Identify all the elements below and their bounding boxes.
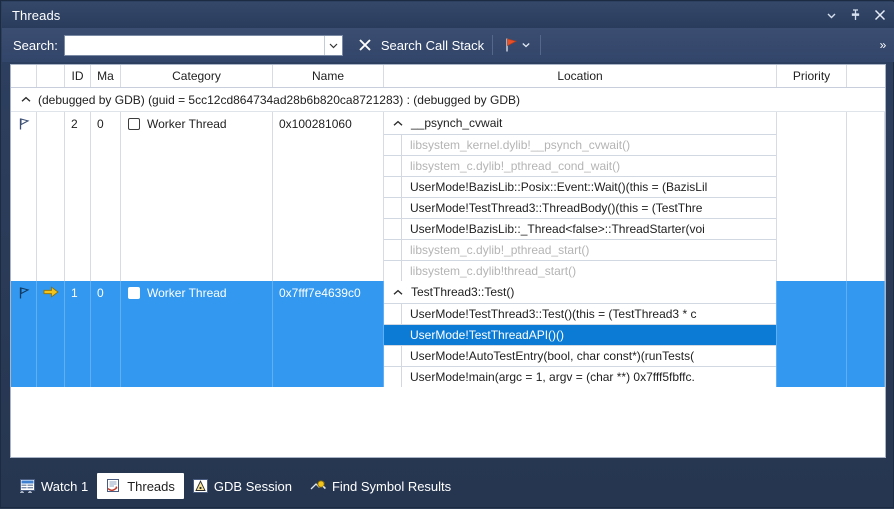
call-stack-frame[interactable]: UserMode!BazisLib::_Thread<false>::Threa… <box>384 218 776 239</box>
row-tail <box>847 281 885 387</box>
row-managed-id: 0 <box>91 281 121 387</box>
call-stack-frame[interactable]: libsystem_c.dylib!thread_start() <box>384 260 776 281</box>
call-stack-frame[interactable]: libsystem_c.dylib!_pthread_cond_wait() <box>384 155 776 176</box>
search-label: Search: <box>13 37 58 53</box>
chevron-down-icon[interactable] <box>522 42 530 48</box>
row-category-cell: Worker Thread <box>121 112 273 281</box>
thread-group-label: (debugged by GDB) (guid = 5cc12cd864734a… <box>38 92 521 107</box>
table-row[interactable]: 2 0 Worker Thread 0x100281060 __psynch_c… <box>11 112 885 281</box>
call-stack-top-frame: __psynch_cvwait <box>411 116 503 130</box>
column-header-id[interactable]: ID <box>65 65 91 87</box>
tab-gdb-session[interactable]: GDB Session <box>184 473 301 499</box>
column-header-name[interactable]: Name <box>273 65 384 87</box>
row-priority <box>777 281 847 387</box>
call-stack-frame[interactable]: libsystem_c.dylib!_pthread_start() <box>384 239 776 260</box>
column-header-arrow[interactable] <box>37 65 65 87</box>
threads-tool-window: Threads Search: Search Call Stack » ID M… <box>0 0 894 508</box>
row-flag-cell[interactable] <box>11 281 37 387</box>
row-location-cell: TestThread3::Test() UserMode!TestThread3… <box>384 281 777 387</box>
chevron-down-icon[interactable] <box>824 8 839 23</box>
search-combobox[interactable] <box>63 34 343 56</box>
tab-label: Find Symbol Results <box>331 478 452 494</box>
flag-threads-button[interactable] <box>501 33 532 57</box>
chevron-down-icon[interactable] <box>324 35 342 55</box>
call-stack-frame[interactable]: UserMode!BazisLib::Posix::Event::Wait()(… <box>384 176 776 197</box>
column-header-priority[interactable]: Priority <box>777 65 847 87</box>
row-location-cell: __psynch_cvwait libsystem_kernel.dylib!_… <box>384 112 777 281</box>
row-thread-id: 1 <box>65 281 91 387</box>
grid-header-row: ID Ma Category Name Location Priority <box>11 65 885 88</box>
gdb-session-icon <box>192 479 208 493</box>
threads-toolbar: Search: Search Call Stack » <box>2 28 894 62</box>
find-symbol-icon <box>310 479 326 493</box>
page-title: Threads <box>12 7 61 23</box>
window-controls <box>824 8 894 23</box>
threads-grid: ID Ma Category Name Location Priority (d… <box>10 64 886 458</box>
clear-search-button[interactable] <box>352 32 378 58</box>
flag-outline-icon[interactable] <box>17 117 30 131</box>
search-input[interactable] <box>64 36 324 54</box>
row-flag-cell[interactable] <box>11 112 37 281</box>
watch-window-icon <box>20 479 35 493</box>
toolbar-overflow-button[interactable]: » <box>876 30 894 60</box>
column-header-location[interactable]: Location <box>384 65 777 87</box>
call-stack-header[interactable]: __psynch_cvwait <box>384 112 776 134</box>
call-stack-frame[interactable]: UserMode!AutoTestEntry(bool, char const*… <box>384 345 776 366</box>
chevron-up-icon[interactable] <box>393 120 403 127</box>
row-priority <box>777 112 847 281</box>
chevron-up-icon[interactable] <box>21 96 31 103</box>
chevron-up-icon[interactable] <box>393 289 403 296</box>
row-category-label: Worker Thread <box>147 117 227 131</box>
column-header-tail <box>847 65 885 87</box>
toolbar-separator-2 <box>540 35 542 55</box>
row-current-marker-cell <box>37 112 65 281</box>
yellow-arrow-icon <box>43 286 59 298</box>
row-managed-id: 0 <box>91 112 121 281</box>
red-flag-icon <box>503 37 518 53</box>
thread-group-row[interactable]: (debugged by GDB) (guid = 5cc12cd864734a… <box>11 88 885 112</box>
window-title-bar: Threads <box>2 2 894 28</box>
bottom-tab-bar: Watch 1 Threads GDB Session Find Symbol … <box>1 463 894 509</box>
pin-icon[interactable] <box>848 8 863 23</box>
call-stack-top-frame: TestThread3::Test() <box>411 285 515 299</box>
row-category-cell: Worker Thread <box>121 281 273 387</box>
table-row[interactable]: 1 0 Worker Thread 0x7fff7e4639c0 TestThr… <box>11 281 885 387</box>
tab-label: Threads <box>127 478 175 494</box>
row-tail <box>847 112 885 281</box>
call-stack-frame[interactable]: libsystem_kernel.dylib!__psynch_cvwait() <box>384 134 776 155</box>
row-thread-id: 2 <box>65 112 91 281</box>
call-stack-frame[interactable]: UserMode!TestThread3::ThreadBody()(this … <box>384 197 776 218</box>
column-header-managed[interactable]: Ma <box>91 65 121 87</box>
row-category-label: Worker Thread <box>147 286 227 300</box>
row-current-marker-cell <box>37 281 65 387</box>
tab-threads[interactable]: Threads <box>97 473 184 499</box>
threads-window-icon <box>106 479 121 493</box>
toolbar-separator <box>492 35 494 55</box>
row-checkbox[interactable] <box>128 287 140 299</box>
row-thread-name: 0x7fff7e4639c0 <box>273 281 384 387</box>
call-stack-frame[interactable]: UserMode!main(argc = 1, argv = (char **)… <box>384 366 776 387</box>
close-icon[interactable] <box>872 8 887 23</box>
call-stack-header[interactable]: TestThread3::Test() <box>384 281 776 303</box>
call-stack-frame[interactable]: UserMode!TestThread3::Test()(this = (Tes… <box>384 303 776 324</box>
tab-label: GDB Session <box>213 478 292 494</box>
tab-label: Watch 1 <box>41 478 89 494</box>
row-checkbox[interactable] <box>128 118 140 130</box>
column-header-category[interactable]: Category <box>121 65 273 87</box>
tab-watch-1[interactable]: Watch 1 <box>11 473 97 499</box>
search-call-stack-label[interactable]: Search Call Stack <box>378 38 484 53</box>
flag-outline-icon[interactable] <box>17 286 30 300</box>
call-stack-frame-selected[interactable]: UserMode!TestThreadAPI()() <box>384 324 776 345</box>
row-thread-name: 0x100281060 <box>273 112 384 281</box>
column-header-flag[interactable] <box>11 65 37 87</box>
tab-find-symbol-results[interactable]: Find Symbol Results <box>301 473 460 499</box>
